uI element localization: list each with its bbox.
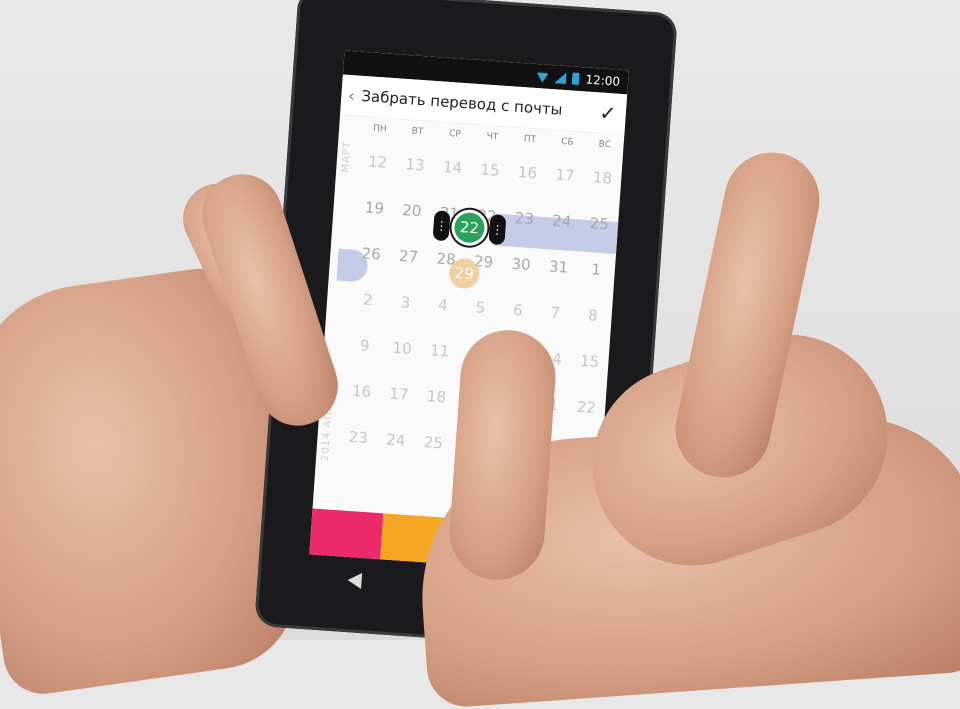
calendar-day[interactable]: 24 (541, 197, 582, 246)
month-label-march: МАРТ (340, 140, 354, 173)
calendar-day[interactable]: 24 (376, 416, 417, 465)
calendar-day[interactable]: 25 (579, 199, 620, 248)
calendar-day[interactable]: 12 (357, 138, 398, 187)
calendar-day[interactable]: 4 (423, 281, 464, 330)
calendar-day[interactable]: 23 (338, 413, 379, 462)
calendar-day[interactable]: 31 (538, 243, 579, 292)
weekday-label: СБ (560, 136, 574, 148)
calendar-day[interactable]: 16 (507, 148, 548, 197)
calendar-day[interactable]: 15 (569, 337, 610, 386)
range-start-handle[interactable]: ⋮ (432, 210, 451, 242)
battery-icon (572, 72, 580, 86)
calendar-day[interactable]: 27 (388, 232, 429, 281)
calendar-day[interactable]: 15 (470, 146, 511, 195)
calendar-day[interactable]: 25 (413, 418, 454, 467)
calendar-day[interactable]: 30 (501, 240, 542, 289)
calendar-day[interactable]: 17 (545, 151, 586, 200)
calendar-day[interactable]: 26 (351, 230, 392, 279)
calendar-day[interactable]: 18 (582, 154, 623, 203)
calendar-day[interactable]: 13 (395, 141, 436, 190)
page-title: Забрать перевод с почты (360, 86, 564, 119)
calendar-day[interactable]: 2 (348, 276, 389, 325)
palette-swatch[interactable] (309, 508, 384, 560)
calendar-day[interactable]: 10 (382, 324, 423, 373)
calendar-day[interactable]: 7 (535, 289, 576, 338)
calendar-day[interactable]: 19 (354, 184, 395, 233)
calendar-day[interactable]: 9 (344, 321, 385, 370)
calendar-day[interactable]: 17 (379, 370, 420, 419)
chevron-left-icon[interactable]: ‹ (341, 85, 362, 105)
calendar-day[interactable]: 1 (576, 245, 617, 294)
wifi-icon (536, 70, 549, 83)
calendar-day[interactable]: 18 (416, 373, 457, 422)
calendar-day[interactable]: 23 (504, 194, 545, 243)
weekday-label: ЧТ (486, 131, 499, 143)
weekday-label: СР (448, 129, 462, 140)
calendar-day[interactable]: 11 (419, 327, 460, 376)
calendar-day[interactable]: 6 (498, 286, 539, 335)
nav-back-icon[interactable] (346, 571, 362, 589)
check-icon[interactable]: ✓ (589, 100, 627, 126)
range-end-handle[interactable]: ⋮ (488, 214, 507, 246)
calendar-day[interactable]: 14 (432, 143, 473, 192)
weekday-label: ВС (598, 139, 612, 151)
calendar-day[interactable]: 20 (392, 186, 433, 235)
weekday-label: ПН (372, 123, 388, 135)
weekday-label: ПТ (523, 134, 537, 146)
calendar-day[interactable]: 16 (341, 367, 382, 416)
signal-icon (554, 71, 567, 84)
calendar-day[interactable]: 8 (573, 291, 614, 340)
calendar-day[interactable]: 5 (460, 283, 501, 332)
calendar-day[interactable]: 3 (385, 278, 426, 327)
right-hand-index-finger (446, 326, 559, 584)
weekday-label: ВТ (411, 126, 424, 138)
status-time: 12:00 (585, 72, 621, 89)
